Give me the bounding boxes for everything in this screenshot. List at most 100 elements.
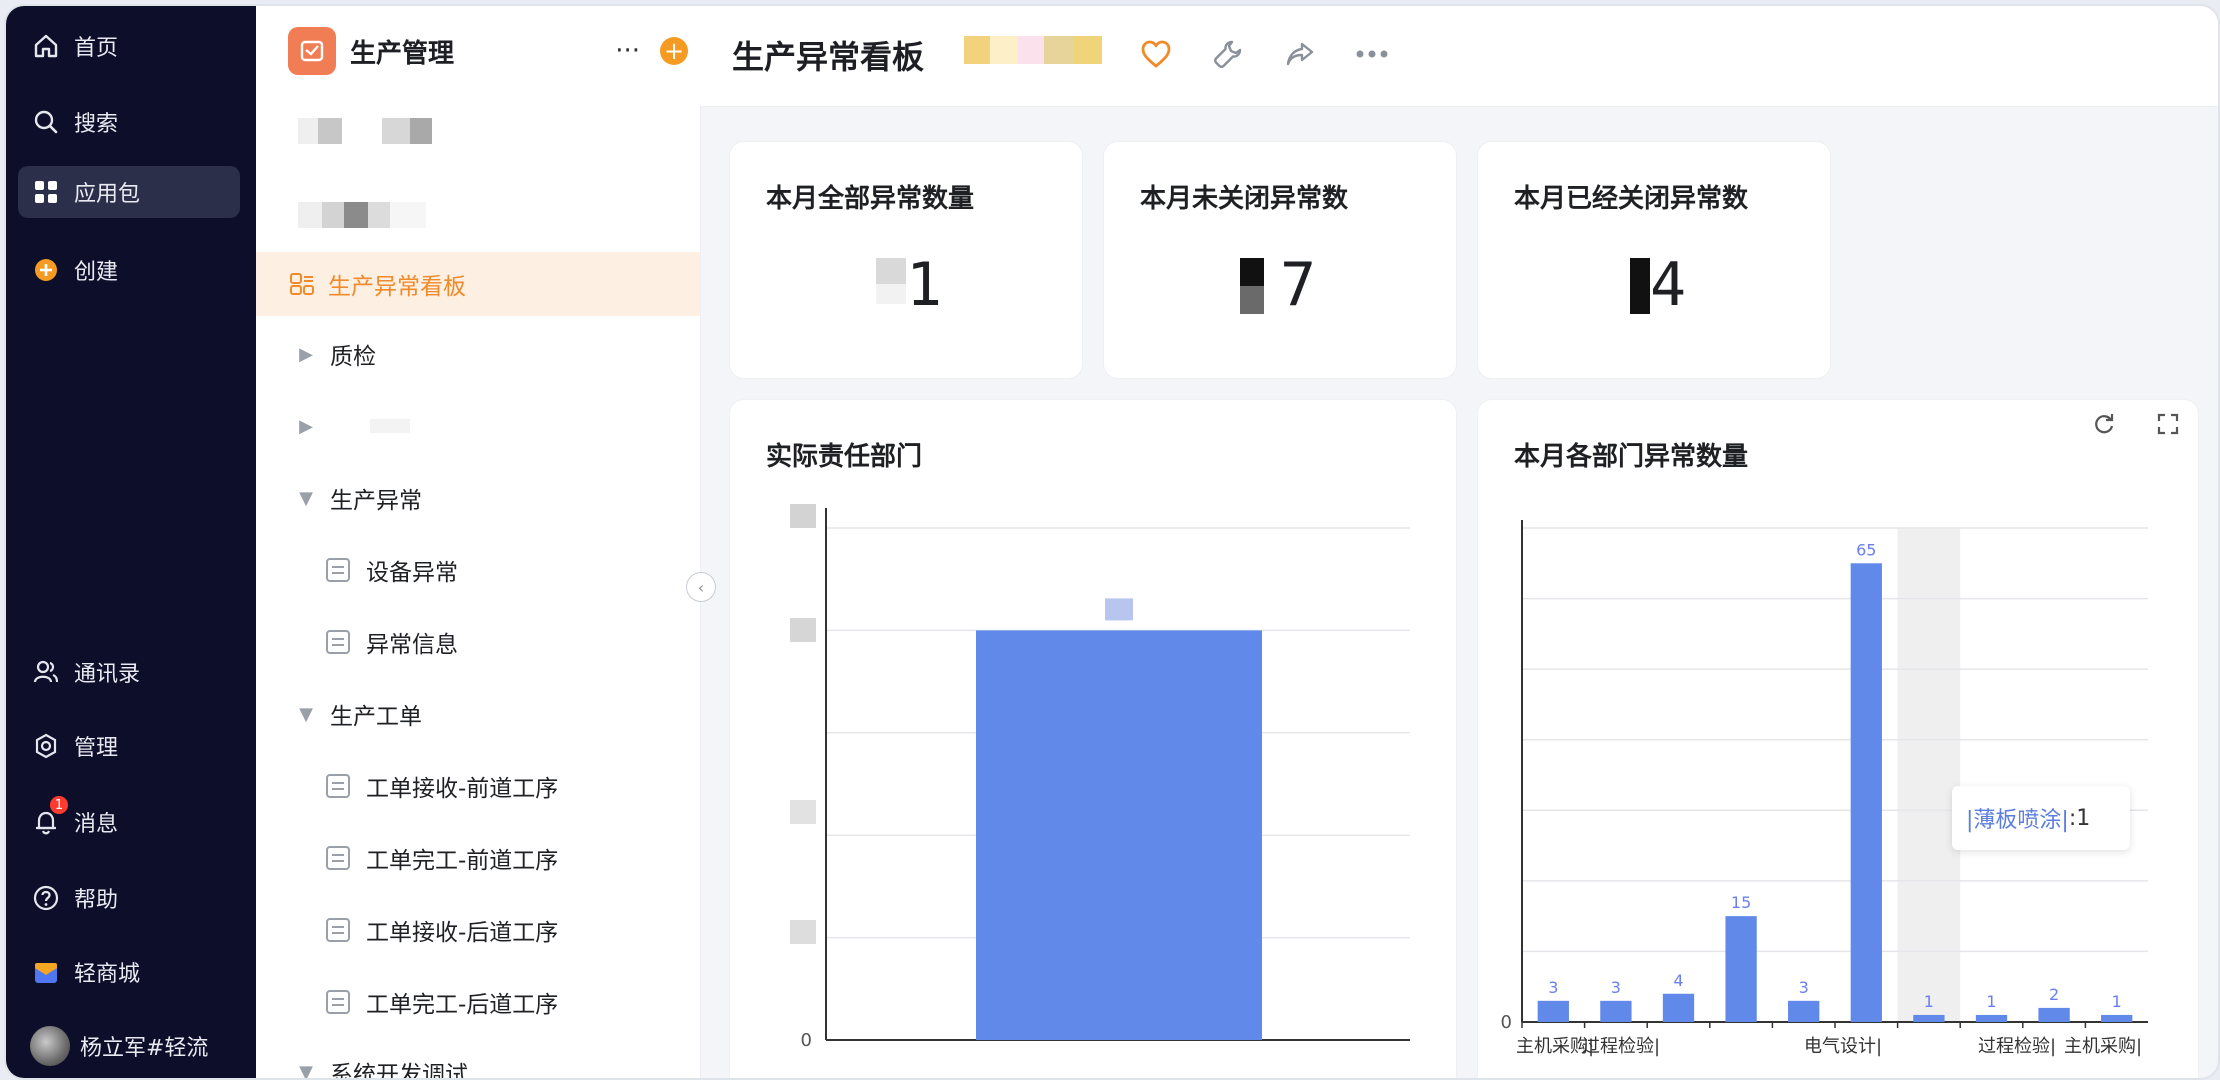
caret-down-icon: ▼ — [299, 487, 313, 509]
form-icon — [326, 990, 350, 1014]
nav-store[interactable]: 轻商城 — [18, 946, 240, 998]
tree-item-label: 设备异常 — [366, 560, 458, 586]
refresh-icon[interactable] — [2086, 406, 2122, 442]
chart-responsible-dept: 0 — [790, 504, 1410, 1051]
stat-title: 本月未关闭异常数 — [1140, 184, 1349, 214]
chart-card-responsible-dept: 实际责任部门 0 — [730, 400, 1456, 1078]
nav-contacts[interactable]: 通讯录 — [18, 646, 240, 698]
nav-search[interactable]: 搜索 — [18, 96, 240, 148]
tree-folder-redacted[interactable]: ▶ — [256, 394, 700, 458]
nav-apps[interactable]: 应用包 — [18, 166, 240, 218]
stat-value: 7 — [1280, 250, 1317, 320]
bar — [976, 630, 1262, 1040]
nav-manage[interactable]: 管理 — [18, 720, 240, 772]
apps-icon — [30, 176, 62, 208]
app-panel: 生产管理 ··· + 生产异常看板 ▶ 质检 ▶ ▼ 生产异常 设备异常 异常信… — [256, 6, 701, 1078]
nav-help[interactable]: 帮助 — [18, 872, 240, 924]
tree-item-label: 工单接收-前道工序 — [366, 776, 559, 802]
tree-item-exception-info[interactable]: 异常信息 — [256, 610, 700, 674]
bar — [1788, 1000, 1820, 1022]
bar-data-label: 3 — [1548, 978, 1558, 997]
form-icon — [326, 918, 350, 942]
wrench-icon[interactable] — [1208, 34, 1248, 74]
add-button[interactable]: + — [660, 37, 688, 65]
tooltip-separator: : — [2068, 805, 2077, 831]
tree-folder-production-exception[interactable]: ▼ 生产异常 — [256, 466, 700, 530]
redacted-digit — [876, 258, 906, 284]
panel-header: 生产管理 ··· + — [288, 26, 688, 76]
x-category-label: 过程检验| — [1978, 1036, 2056, 1057]
tree-item-wo-receive-back[interactable]: 工单接收-后道工序 — [256, 898, 700, 962]
tree-item-wo-finish-back[interactable]: 工单完工-后道工序 — [256, 970, 700, 1034]
tree-folder-qc[interactable]: ▶ 质检 — [256, 322, 700, 386]
nav-home[interactable]: 首页 — [18, 20, 240, 72]
tree-item-equipment[interactable]: 设备异常 — [256, 538, 700, 602]
bar — [1913, 1014, 1945, 1022]
stat-card-total[interactable]: 本月全部异常数量 1 — [730, 142, 1082, 378]
tree-folder-work-order[interactable]: ▼ 生产工单 — [256, 682, 700, 746]
tree-folder-dev-debug[interactable]: ▼ 系统开发调试 — [256, 1040, 700, 1080]
nav-create[interactable]: 创建 — [18, 244, 240, 296]
bar — [2038, 1007, 2070, 1022]
home-icon — [30, 30, 62, 62]
y-tick-label: 0 — [1501, 1012, 1512, 1033]
bar-data-label: 2 — [2049, 985, 2059, 1004]
form-icon — [326, 774, 350, 798]
bar — [1975, 1014, 2008, 1022]
stat-value: 1 — [906, 250, 943, 320]
more-horizontal-icon[interactable] — [1352, 34, 1392, 74]
stat-card-open[interactable]: 本月未关闭异常数 7 — [1104, 142, 1456, 378]
bar-data-label: 1 — [1924, 992, 1934, 1011]
more-icon[interactable]: ··· — [615, 36, 640, 66]
message-badge: 1 — [50, 796, 68, 814]
redacted-tick — [790, 920, 816, 944]
bar — [1537, 1000, 1569, 1022]
user-profile[interactable]: 杨立军#轻流 — [18, 1020, 240, 1072]
bar — [1662, 993, 1695, 1022]
tooltip-value: 1 — [2076, 805, 2091, 831]
help-icon — [30, 882, 62, 914]
bar — [1600, 1000, 1632, 1022]
redacted-digit — [1630, 258, 1650, 314]
share-icon[interactable] — [1280, 34, 1320, 74]
dashboard-icon — [290, 273, 314, 295]
tree-item-dashboard[interactable]: 生产异常看板 — [256, 252, 700, 316]
bar-data-label: 65 — [1856, 540, 1876, 559]
stat-card-closed[interactable]: 本月已经关闭异常数 4 — [1478, 142, 1830, 378]
search-icon — [30, 106, 62, 138]
tree-item-label: 异常信息 — [366, 632, 458, 658]
bell-icon: 1 — [30, 796, 68, 838]
tree-item-label: 工单接收-后道工序 — [366, 920, 559, 946]
chart-card-dept-count: 本月各部门异常数量 0 3 3 4 15 3 65 1 1 2 1 主机采购| 过程检验| 电气设计| 过程… — [1478, 400, 2198, 1078]
redacted-label — [370, 419, 410, 433]
nav-messages[interactable]: 1 消息 — [18, 796, 240, 848]
tree-item-wo-receive-front[interactable]: 工单接收-前道工序 — [256, 754, 700, 818]
nav-apps-label: 应用包 — [74, 182, 141, 207]
nav-help-label: 帮助 — [74, 888, 119, 913]
main-header: 生产异常看板 — [700, 6, 2218, 107]
x-category-label: 主机采购| — [2064, 1036, 2142, 1057]
form-icon — [326, 558, 350, 582]
tree-item-label: 系统开发调试 — [330, 1062, 468, 1080]
tree-item-label: 生产异常 — [330, 488, 422, 514]
redacted-digit — [876, 284, 906, 304]
fullscreen-icon[interactable] — [2150, 406, 2186, 442]
collapse-panel-button[interactable]: ‹ — [686, 572, 716, 602]
tree-item-label: 生产工单 — [330, 704, 422, 730]
redacted-item[interactable] — [298, 202, 426, 228]
redacted-item[interactable] — [298, 118, 432, 144]
highlight-band — [1897, 528, 1961, 1022]
nav-home-label: 首页 — [74, 36, 119, 61]
redacted-tick — [790, 618, 816, 642]
x-category-label: 过程检验| — [1582, 1036, 1660, 1057]
main-sidebar: 首页 搜索 应用包 创建 通讯录 管理 1 消息 帮助 轻商城 杨立军#轻流 — [6, 6, 256, 1078]
y-tick-label: 0 — [801, 1030, 812, 1051]
caret-down-icon: ▼ — [299, 703, 313, 725]
favorite-heart-icon[interactable] — [1136, 34, 1176, 74]
tree-item-wo-finish-front[interactable]: 工单完工-前道工序 — [256, 826, 700, 890]
bar-data-label: 3 — [1799, 978, 1809, 997]
x-category-label: 电气设计| — [1804, 1036, 1882, 1057]
nav-contacts-label: 通讯录 — [74, 662, 141, 687]
bar — [1725, 916, 1757, 1022]
nav-create-label: 创建 — [74, 260, 119, 285]
